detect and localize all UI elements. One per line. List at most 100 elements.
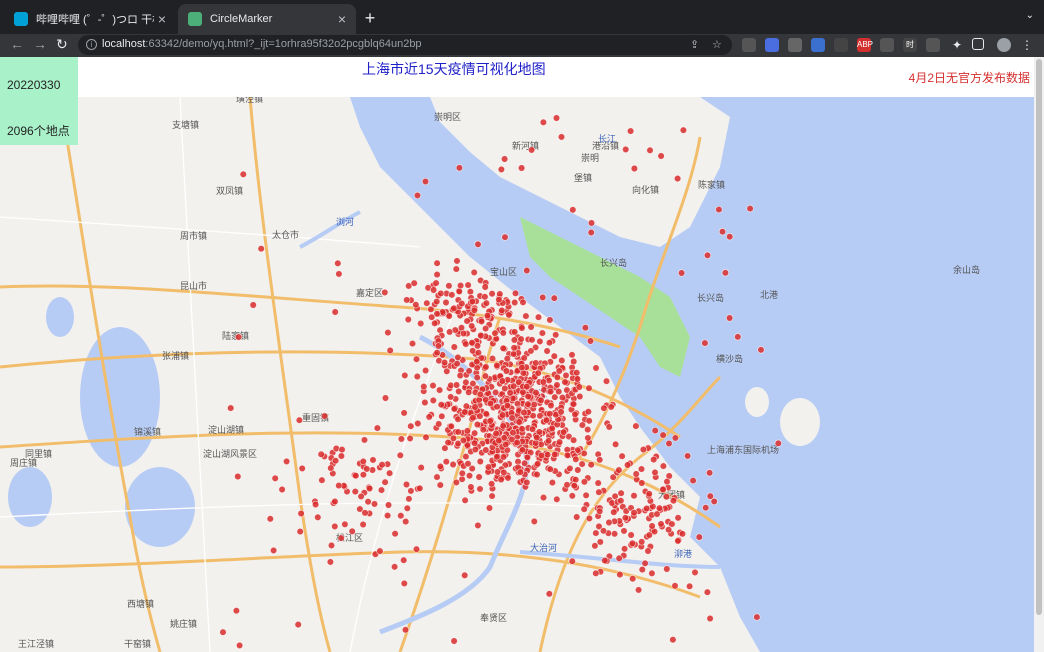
case-marker[interactable] (390, 563, 399, 571)
case-marker[interactable] (450, 637, 458, 645)
case-marker[interactable] (486, 399, 495, 408)
case-marker[interactable] (568, 557, 576, 565)
case-marker[interactable] (510, 344, 518, 352)
case-marker[interactable] (234, 333, 243, 341)
case-marker[interactable] (384, 328, 392, 337)
adblock-icon[interactable]: ABP (857, 38, 873, 52)
case-marker[interactable] (542, 416, 551, 424)
case-marker[interactable] (219, 628, 227, 636)
case-marker[interactable] (610, 530, 619, 538)
case-marker[interactable] (458, 299, 466, 308)
case-marker[interactable] (545, 590, 553, 598)
case-marker[interactable] (570, 357, 578, 366)
case-marker[interactable] (461, 496, 469, 504)
case-marker[interactable] (239, 170, 247, 178)
case-marker[interactable] (626, 127, 635, 135)
case-marker[interactable] (483, 311, 492, 320)
case-marker[interactable] (642, 504, 651, 513)
case-marker[interactable] (639, 445, 648, 454)
case-marker[interactable] (644, 547, 652, 555)
case-marker[interactable] (519, 298, 527, 306)
case-marker[interactable] (436, 462, 445, 471)
case-marker[interactable] (548, 424, 556, 433)
case-marker[interactable] (341, 520, 349, 528)
case-marker[interactable] (518, 425, 526, 433)
case-marker[interactable] (488, 354, 497, 363)
case-marker[interactable] (462, 452, 470, 461)
case-marker[interactable] (584, 425, 592, 434)
case-marker[interactable] (518, 324, 526, 332)
case-marker[interactable] (510, 336, 519, 344)
case-marker[interactable] (433, 473, 441, 481)
case-marker[interactable] (493, 453, 501, 461)
case-marker[interactable] (550, 294, 558, 302)
case-marker[interactable] (493, 468, 502, 476)
case-marker[interactable] (523, 453, 532, 462)
share-icon[interactable]: ⇪ (690, 38, 699, 51)
case-marker[interactable] (515, 418, 523, 426)
case-marker[interactable] (405, 495, 413, 503)
case-marker[interactable] (295, 416, 304, 424)
case-marker[interactable] (271, 474, 279, 482)
case-marker[interactable] (605, 518, 613, 527)
case-marker[interactable] (317, 450, 325, 458)
case-marker[interactable] (757, 346, 765, 354)
case-marker[interactable] (449, 434, 458, 442)
extension-icon[interactable] (765, 38, 779, 52)
case-marker[interactable] (454, 428, 462, 436)
case-marker[interactable] (465, 472, 474, 480)
case-marker[interactable] (470, 306, 479, 314)
case-marker[interactable] (703, 251, 712, 259)
case-marker[interactable] (657, 520, 665, 528)
case-marker[interactable] (359, 520, 367, 529)
extension-icon[interactable] (788, 38, 802, 52)
case-marker[interactable] (651, 426, 659, 435)
case-marker[interactable] (335, 481, 343, 490)
case-marker[interactable] (615, 466, 623, 474)
case-marker[interactable] (320, 412, 329, 420)
case-marker[interactable] (421, 398, 429, 407)
case-marker[interactable] (331, 457, 340, 465)
case-marker[interactable] (615, 554, 623, 562)
case-marker[interactable] (516, 468, 525, 476)
case-marker[interactable] (530, 517, 538, 526)
case-marker[interactable] (497, 475, 505, 484)
avatar[interactable] (997, 38, 1011, 52)
case-marker[interactable] (462, 340, 470, 348)
map-canvas[interactable]: 崇明区 新河镇 港沿镇 崇明 堡镇 向化镇 陈家镇 长兴岛 长兴岛 北港 横沙岛 余山岛 支塘镇 双凤镇周… (0, 93, 1034, 652)
case-marker[interactable] (500, 155, 509, 163)
menu-icon[interactable]: ⋮ (1020, 38, 1034, 52)
case-marker[interactable] (552, 331, 560, 339)
case-marker[interactable] (653, 510, 661, 518)
case-marker[interactable] (473, 358, 481, 366)
case-marker[interactable] (485, 504, 494, 512)
case-marker[interactable] (381, 478, 389, 486)
case-marker[interactable] (503, 355, 511, 363)
case-marker[interactable] (534, 460, 542, 468)
case-marker[interactable] (702, 504, 710, 512)
case-marker[interactable] (558, 393, 567, 402)
case-marker[interactable] (474, 240, 482, 248)
case-marker[interactable] (576, 392, 584, 401)
case-marker[interactable] (645, 531, 653, 539)
case-marker[interactable] (442, 298, 450, 307)
case-marker[interactable] (536, 412, 544, 420)
case-marker[interactable] (659, 431, 667, 439)
tab-bilibili[interactable]: 哔哩哔哩 (゜-゜)つロ 干杯~-bili × (4, 4, 176, 34)
case-marker[interactable] (417, 463, 425, 472)
case-marker[interactable] (569, 436, 578, 444)
case-marker[interactable] (659, 485, 667, 494)
case-marker[interactable] (527, 323, 535, 331)
case-marker[interactable] (539, 493, 548, 502)
case-marker[interactable] (545, 339, 554, 347)
case-marker[interactable] (539, 378, 548, 386)
case-marker[interactable] (605, 423, 613, 431)
case-marker[interactable] (539, 293, 547, 302)
case-marker[interactable] (664, 526, 673, 534)
case-marker[interactable] (659, 462, 668, 470)
case-marker[interactable] (479, 426, 487, 434)
case-marker[interactable] (671, 582, 679, 590)
case-marker[interactable] (665, 439, 673, 448)
case-marker[interactable] (416, 484, 424, 492)
case-marker[interactable] (706, 614, 714, 623)
